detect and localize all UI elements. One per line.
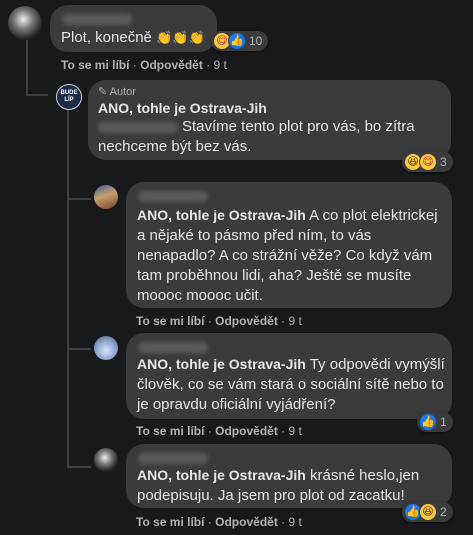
comment-bubble: ✎ Autor ANO, tohle je Ostrava-Jih Stavím… [88,80,451,160]
avatar[interactable] [94,448,118,472]
reaction-count: 3 [440,155,447,169]
like-link[interactable]: To se mi líbí [136,424,204,438]
page-avatar[interactable]: BUDE LÍP [56,84,82,110]
reply-link[interactable]: Odpovědět [140,58,203,72]
clap-emoji: 👏👏👏 [156,30,205,45]
author-name-blurred[interactable] [138,191,208,202]
haha-reaction-icon: 😆 [419,503,437,521]
thread-line [26,94,48,96]
comment-text: Stavíme tento plot pro vás, bo zítra nec… [98,118,415,155]
comment-bubble: Plot, konečně 👏👏👏 [50,5,217,52]
timestamp[interactable]: 9 t [288,515,301,529]
author-name[interactable]: ANO, tohle je Ostrava-Jih [137,207,306,223]
like-reaction-icon: 👍 [419,413,437,431]
author-name-blurred[interactable] [138,453,208,464]
reply-link[interactable]: Odpovědět [215,314,278,328]
comment-actions: To se mi líbí · Odpovědět · 9 t [136,515,302,529]
thread-line [67,198,91,200]
author-name-blurred[interactable] [62,14,132,25]
like-link[interactable]: To se mi líbí [61,58,129,72]
avatar[interactable] [94,185,118,209]
like-link[interactable]: To se mi líbí [136,314,204,328]
reaction-summary[interactable]: 😆 😋 3 [402,152,453,172]
comment-actions: To se mi líbí · Odpovědět · 9 t [136,314,302,328]
thread-line [26,40,28,96]
author-name[interactable]: ANO, tohle je Ostrava-Jih [137,467,306,483]
author-name[interactable]: ANO, tohle je Ostrava-Jih [98,100,267,116]
comment-bubble: ANO, tohle je Ostrava-Jih A co plot elek… [126,182,452,308]
comment-text: Plot, konečně [61,29,152,46]
like-link[interactable]: To se mi líbí [136,515,204,529]
comment-actions: To se mi líbí · Odpovědět · 9 t [136,424,302,438]
reply-link[interactable]: Odpovědět [215,515,278,529]
comment-actions: To se mi líbí · Odpovědět · 9 t [61,58,227,72]
reaction-count: 2 [440,505,447,519]
timestamp[interactable]: 9 t [288,314,301,328]
avatar[interactable] [94,336,118,360]
yum-reaction-icon: 😋 [419,153,437,171]
reaction-summary[interactable]: 😋 👍 10 [211,31,269,51]
thread-line [67,110,69,468]
timestamp[interactable]: 9 t [213,58,226,72]
pencil-icon: ✎ [98,86,108,98]
reaction-summary[interactable]: 👍 1 [417,412,453,432]
comment-bubble: ANO, tohle je Ostrava-Jih Ty odpovědi vy… [126,333,452,419]
reply-link[interactable]: Odpovědět [215,424,278,438]
author-name[interactable]: ANO, tohle je Ostrava-Jih [137,356,306,372]
reaction-summary[interactable]: 👍 😆 2 [402,502,453,522]
reaction-count: 10 [249,34,263,48]
comment-bubble: ANO, tohle je Ostrava-Jih krásné heslo,j… [126,444,452,508]
author-name-blurred[interactable] [138,342,208,353]
reaction-count: 1 [440,415,447,429]
author-badge: Autor [109,86,136,98]
avatar[interactable] [8,6,42,40]
thread-line [67,466,91,468]
timestamp[interactable]: 9 t [288,424,301,438]
thread-line [67,348,91,350]
avatar-logo-text: BUDE LÍP [60,90,78,103]
like-reaction-icon: 👍 [228,32,246,50]
